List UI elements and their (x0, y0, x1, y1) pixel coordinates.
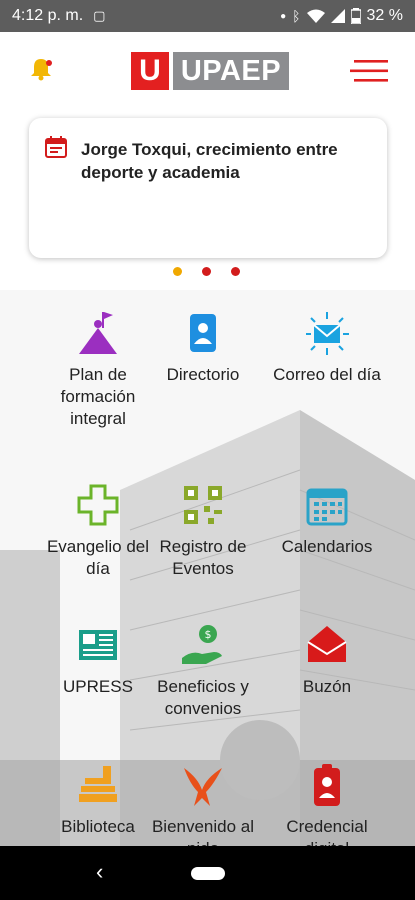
books-icon (75, 762, 121, 808)
signal-icon (330, 9, 345, 23)
menu-item-label-line: Bienvenido al (151, 817, 255, 836)
menu-item-label-line: integral (70, 409, 126, 428)
battery-icon (350, 8, 361, 24)
menu-item-qr-code[interactable]: Registro de Eventos (143, 482, 263, 580)
menu-item-label: Directorio (143, 364, 263, 386)
carousel-dot[interactable] (173, 267, 182, 276)
menu-item-label-line: Directorio (166, 365, 240, 384)
menu-item-label-line: Buzón (302, 677, 352, 696)
menu-item-label-line: Registro de (159, 537, 247, 556)
dot-icon: ● (280, 10, 287, 22)
back-icon[interactable]: ‹ (96, 859, 103, 885)
id-badge-icon (304, 762, 350, 808)
newspaper-icon (75, 622, 121, 668)
carousel-dot[interactable] (231, 267, 240, 276)
bell-icon[interactable] (28, 56, 54, 82)
menu-item-books[interactable]: Biblioteca (38, 762, 158, 838)
menu-item-label-line: UPRESS (63, 677, 133, 696)
app-header: U UPAEP (0, 32, 415, 112)
menu-item-envelope-burst[interactable]: Correo del día (262, 310, 392, 386)
home-pill[interactable] (191, 867, 225, 880)
menu-item-label-line: Biblioteca (61, 817, 135, 836)
menu-item-label: Buzón (262, 676, 392, 698)
status-time: 4:12 p. m. (12, 7, 84, 24)
carousel-indicator (173, 267, 240, 276)
menu-item-calendar[interactable]: Calendarios (262, 482, 392, 558)
news-card[interactable]: Jorge Toxqui, crecimiento entre deporte … (29, 118, 387, 258)
calendar-icon (304, 482, 350, 528)
logo-name: UPAEP (173, 52, 289, 90)
envelope-burst-icon (304, 310, 350, 356)
status-bar: 4:12 p. m. ▢ ● ᛒ 32 % (0, 0, 415, 32)
status-right: ● ᛒ 32 % (280, 7, 403, 25)
menu-item-label-line: Evangelio del (46, 537, 150, 556)
menu-item-label: Beneficios y convenios (143, 676, 263, 720)
menu-item-label: UPRESS (38, 676, 158, 698)
menu-item-label-line: Correo del día (273, 365, 381, 384)
logo-letter: U (131, 52, 169, 90)
carousel-dot[interactable] (202, 267, 211, 276)
menu-item-label-line: formación (60, 387, 136, 406)
menu-item-label-line: Credencial (286, 817, 368, 836)
menu-item-cross[interactable]: Evangelio del día (38, 482, 158, 580)
hamburger-menu-icon[interactable] (350, 58, 390, 84)
mountain-flag-icon (75, 310, 121, 356)
notification-icon: ▢ (93, 8, 106, 23)
menu-item-label-line: día (86, 559, 110, 578)
menu-item-mailbox-envelope[interactable]: Buzón (262, 622, 392, 698)
contacts-book-icon (180, 310, 226, 356)
menu-item-label: Correo del día (262, 364, 392, 386)
menu-item-label-line: convenios (164, 699, 242, 718)
menu-item-contacts-book[interactable]: Directorio (143, 310, 263, 386)
menu-item-newspaper[interactable]: UPRESS (38, 622, 158, 698)
menu-item-label-line: Beneficios y (157, 677, 249, 696)
menu-item-label: Calendarios (262, 536, 392, 558)
menu-item-label: Evangelio del día (38, 536, 158, 580)
mailbox-envelope-icon (304, 622, 350, 668)
battery-level: 32 % (366, 7, 403, 24)
menu-item-label: Registro de Eventos (143, 536, 263, 580)
wifi-icon (306, 9, 325, 23)
menu-item-hand-coin[interactable]: $ Beneficios y convenios (143, 622, 263, 720)
cross-icon (75, 482, 121, 528)
menu-item-label-line: Calendarios (281, 537, 373, 556)
menu-item-label: Biblioteca (38, 816, 158, 838)
news-title: Jorge Toxqui, crecimiento entre deporte … (81, 140, 338, 182)
menu-item-label-line: Plan de (69, 365, 127, 384)
qr-code-icon (180, 482, 226, 528)
hand-coin-icon: $ (180, 622, 226, 668)
eagle-icon (180, 762, 226, 808)
android-nav-bar: ‹ (0, 846, 415, 900)
calendar-news-icon (45, 136, 67, 158)
menu-item-label: Plan de formación integral (38, 364, 158, 430)
svg-text:$: $ (205, 628, 212, 641)
menu-item-mountain-flag[interactable]: Plan de formación integral (38, 310, 158, 430)
upaep-logo: U UPAEP (131, 52, 289, 90)
bluetooth-icon: ᛒ (292, 8, 301, 24)
menu-item-label-line: Eventos (172, 559, 234, 578)
